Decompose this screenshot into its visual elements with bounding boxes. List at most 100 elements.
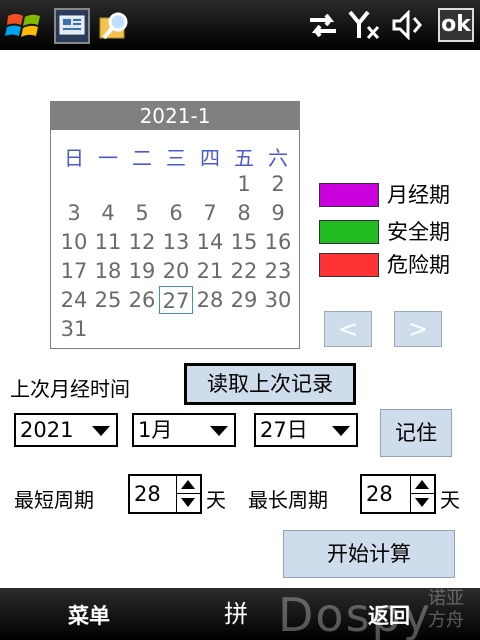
speaker-muted-icon — [392, 10, 422, 40]
month-select[interactable]: 1月 — [132, 413, 236, 447]
search-folder-icon[interactable] — [96, 8, 132, 44]
ok-button[interactable]: ok — [438, 8, 474, 42]
calendar-day[interactable]: 18 — [91, 257, 125, 285]
shortest-unit-label: 天 — [206, 488, 226, 512]
increment-button[interactable] — [411, 476, 434, 494]
danger-swatch — [319, 253, 379, 277]
calendar-day[interactable]: 28 — [193, 286, 227, 314]
calendar-week-row: 24 25 26 27 28 29 30 — [57, 286, 293, 314]
calendar-day[interactable]: 20 — [159, 257, 193, 285]
arrow-down-icon — [181, 498, 195, 507]
menstrual-swatch — [319, 183, 379, 207]
calendar-month-title[interactable]: 2021-1 — [51, 102, 299, 130]
day-select-value: 27日 — [260, 418, 308, 442]
arrow-up-icon — [181, 480, 195, 489]
longest-cycle-value[interactable]: 28 — [366, 482, 393, 506]
calendar-week-row: 10 11 12 13 14 15 16 — [57, 228, 293, 256]
weekday-label: 三 — [166, 146, 186, 170]
watermark-logo-cn: 诺亚方舟 — [428, 588, 464, 631]
back-soft-key[interactable]: 返回 — [368, 600, 410, 630]
chevron-down-icon — [332, 426, 350, 436]
signal-off-icon — [348, 10, 380, 40]
app-icon[interactable] — [54, 8, 90, 44]
calendar-day[interactable]: 8 — [227, 199, 261, 227]
calendar-day[interactable]: 25 — [91, 286, 125, 314]
calendar-day[interactable]: 17 — [57, 257, 91, 285]
sync-arrows-icon — [310, 13, 336, 38]
calendar-day[interactable]: 24 — [57, 286, 91, 314]
calendar-day[interactable]: 5 — [125, 199, 159, 227]
decrement-button[interactable] — [177, 494, 200, 512]
calendar-day[interactable]: 10 — [57, 228, 91, 256]
shortest-cycle-label: 最短周期 — [14, 488, 94, 512]
calendar-day-selected[interactable]: 27 — [159, 286, 193, 314]
year-select[interactable]: 2021 — [14, 413, 118, 447]
legend-safe: 安全期 — [319, 218, 479, 246]
calendar-week-row: 12 — [57, 170, 293, 198]
increment-button[interactable] — [177, 476, 200, 494]
input-method-indicator[interactable]: 拼 — [224, 594, 248, 629]
weekday-label: 二 — [132, 146, 152, 170]
calendar-weekday-row: 日 一 二 三 四 五 六 — [57, 142, 293, 170]
calendar-day[interactable]: 26 — [125, 286, 159, 314]
weekday-label: 一 — [98, 146, 118, 170]
chevron-down-icon — [210, 426, 228, 436]
calendar-day[interactable]: 3 — [57, 199, 91, 227]
weekday-label: 六 — [268, 146, 288, 170]
longest-cycle-label: 最长周期 — [248, 488, 328, 512]
chevron-down-icon — [92, 426, 110, 436]
shortest-cycle-value[interactable]: 28 — [134, 482, 161, 506]
stepper-buttons — [176, 476, 200, 512]
weekday-label: 五 — [234, 146, 254, 170]
start-calculation-button[interactable]: 开始计算 — [283, 530, 455, 578]
calendar-week-row: 31 — [57, 315, 293, 343]
calendar-day[interactable]: 19 — [125, 257, 159, 285]
month-select-value: 1月 — [138, 418, 173, 442]
menu-soft-key[interactable]: 菜单 — [68, 600, 110, 630]
calendar-day[interactable]: 11 — [91, 228, 125, 256]
stepper-buttons — [410, 476, 434, 512]
next-month-button[interactable]: > — [394, 311, 442, 347]
calendar-day[interactable]: 12 — [125, 228, 159, 256]
calendar-day[interactable]: 13 — [159, 228, 193, 256]
calendar-day[interactable]: 30 — [261, 286, 295, 314]
legend-label: 安全期 — [387, 220, 450, 244]
calendar-day[interactable]: 1 — [227, 170, 261, 198]
legend-label: 月经期 — [387, 183, 450, 207]
calendar-day[interactable]: 15 — [227, 228, 261, 256]
arrow-up-icon — [415, 480, 429, 489]
calendar-day[interactable]: 22 — [227, 257, 261, 285]
decrement-button[interactable] — [411, 494, 434, 512]
soft-key-bar: Dospy 诺亚方舟 菜单 拼 返回 — [0, 588, 480, 640]
safe-swatch — [319, 220, 379, 244]
prev-month-button[interactable]: < — [324, 311, 372, 347]
calendar-day[interactable]: 2 — [261, 170, 295, 198]
windows-start-icon[interactable] — [4, 8, 44, 44]
calendar-day[interactable]: 23 — [261, 257, 295, 285]
longest-cycle-stepper[interactable]: 28 — [360, 474, 436, 514]
calendar-day[interactable]: 9 — [261, 199, 295, 227]
legend-danger: 危险期 — [319, 251, 479, 279]
calendar-week-row: 17 18 19 20 21 22 23 — [57, 257, 293, 285]
longest-unit-label: 天 — [440, 488, 460, 512]
calendar-day[interactable]: 16 — [261, 228, 295, 256]
calendar-day[interactable]: 21 — [193, 257, 227, 285]
calendar-day[interactable]: 29 — [227, 286, 261, 314]
remember-button[interactable]: 记住 — [380, 409, 452, 457]
month-calendar[interactable]: 2021-1 日 一 二 三 四 五 六 1 2 3 4 5 6 7 8 9 10 11 12 13 14… — [50, 101, 300, 349]
calendar-day[interactable]: 31 — [57, 315, 91, 343]
read-last-record-button[interactable]: 读取上次记录 — [184, 363, 356, 405]
calendar-day[interactable]: 4 — [91, 199, 125, 227]
weekday-label: 日 — [64, 146, 84, 170]
weekday-label: 四 — [200, 146, 220, 170]
calendar-day[interactable]: 14 — [193, 228, 227, 256]
status-bar: ok — [0, 0, 480, 50]
calendar-day[interactable]: 6 — [159, 199, 193, 227]
shortest-cycle-stepper[interactable]: 28 — [128, 474, 202, 514]
arrow-down-icon — [415, 498, 429, 507]
day-select[interactable]: 27日 — [254, 413, 358, 447]
legend-menstrual: 月经期 — [319, 181, 479, 209]
legend-label: 危险期 — [387, 253, 450, 277]
last-period-label: 上次月经时间 — [10, 377, 130, 401]
calendar-day[interactable]: 7 — [193, 199, 227, 227]
